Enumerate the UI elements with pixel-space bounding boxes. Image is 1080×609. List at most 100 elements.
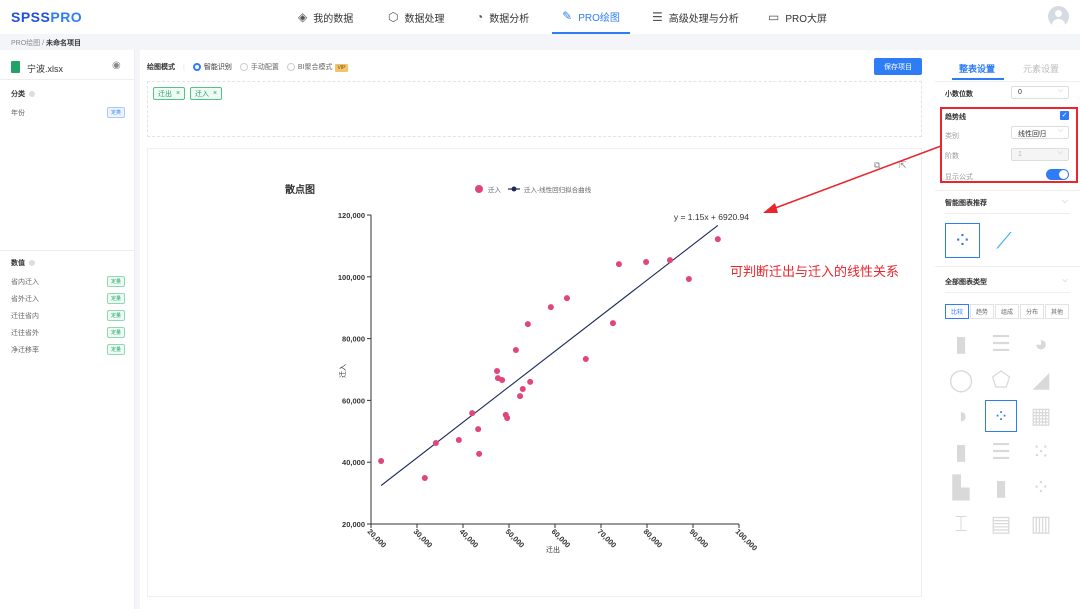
mode-smart-radio[interactable]: 智能识别: [192, 62, 232, 72]
chart-type-icon[interactable]: ◢: [1025, 364, 1057, 396]
data-point: [504, 415, 511, 422]
left-panel: 宁波.xlsx ◉ 分类 年份 定类 数值 省内迁入 定量 省外迁入 定量 迁往省内定…: [0, 50, 135, 609]
field-drop-zone[interactable]: 迁出 × 迁入 ×: [147, 81, 922, 137]
tab-table-settings[interactable]: 整表设置: [959, 62, 995, 75]
data-point: [494, 368, 501, 375]
save-project-button[interactable]: 保存项目: [874, 58, 922, 75]
chart-type-icon[interactable]: ◯: [945, 364, 977, 396]
decimals-select[interactable]: 0: [1011, 86, 1069, 99]
data-point: [524, 321, 531, 328]
show-formula-toggle[interactable]: [1046, 169, 1069, 180]
data-point: [455, 436, 462, 443]
y-tick-label: 80,000: [342, 335, 365, 344]
x-tick-label: 50,000: [504, 527, 527, 550]
monitor-icon: ▭: [768, 10, 780, 24]
layers-icon: ◈: [298, 10, 308, 24]
chart-type-icon[interactable]: ▦: [1025, 400, 1057, 432]
close-icon: ×: [213, 90, 218, 97]
chart-type-scatter-icon[interactable]: ⁘: [985, 400, 1017, 432]
close-icon: ×: [176, 90, 181, 97]
file-name: 宁波.xlsx: [27, 64, 64, 74]
chart-type-icon[interactable]: ⁘: [1025, 472, 1057, 504]
scatter-chart[interactable]: 散点图 迁入 迁入-线性回归拟合曲线 y = 1.15x + 6920.94 2…: [148, 149, 923, 598]
recommended-scatter-icon[interactable]: ⁘: [945, 223, 980, 258]
draw-icon: ✎: [562, 9, 573, 23]
chart-type-icon[interactable]: ◑: [945, 400, 977, 432]
chart-type-icon[interactable]: ▮: [945, 436, 977, 468]
sliders-icon: ☰: [652, 10, 663, 24]
data-point: [547, 304, 554, 311]
chart-tab-composition[interactable]: 组成: [995, 304, 1019, 319]
chart-type-icon[interactable]: ☰: [985, 328, 1017, 360]
field-item[interactable]: 年份 定类: [11, 107, 125, 118]
chart-tab-compare[interactable]: 比较: [945, 304, 969, 319]
nav-advanced[interactable]: ☰ 高级处理与分析: [652, 0, 739, 34]
data-point: [469, 410, 476, 417]
mode-manual-radio[interactable]: 手动配置: [239, 62, 279, 72]
chevron-down-icon[interactable]: ⌵: [1062, 196, 1068, 206]
chart-type-icon[interactable]: ▤: [985, 508, 1017, 540]
recommend-title: 智能图表推荐: [945, 200, 987, 207]
category-title: 分类: [11, 89, 35, 99]
nav-my-data[interactable]: ◈ 我的数据: [298, 0, 353, 34]
field-tag[interactable]: 迁入 ×: [190, 87, 223, 100]
nav-data-analysis[interactable]: ◔ 数据分析: [476, 0, 529, 34]
x-tick-label: 40,000: [458, 527, 481, 550]
logo[interactable]: SPSSPRO: [11, 9, 82, 25]
data-point: [582, 355, 589, 362]
chart-tab-distribution[interactable]: 分布: [1020, 304, 1044, 319]
numeric-title: 数值: [11, 258, 35, 268]
trendline-checkbox[interactable]: ✓: [1060, 111, 1069, 120]
legend-item: 迁入-线性回归拟合曲线: [524, 185, 592, 194]
chart-type-icon[interactable]: ⬠: [985, 364, 1017, 396]
chart-type-icon[interactable]: ▙: [945, 472, 977, 504]
chevron-down-icon[interactable]: ⌵: [1062, 275, 1068, 285]
field-item[interactable]: 净迁移率 定量: [11, 344, 125, 355]
chart-type-icon[interactable]: ▮: [945, 328, 977, 360]
breadcrumb-parent[interactable]: PRO绘图: [11, 40, 40, 47]
breadcrumb: PRO绘图 / 未命名项目: [11, 40, 82, 47]
data-point: [563, 295, 570, 302]
chart-type-icon[interactable]: ▥: [1025, 508, 1057, 540]
top-header: SPSSPRO: [0, 0, 1080, 34]
field-item[interactable]: 省内迁入 定量: [11, 276, 125, 287]
y-tick-label: 60,000: [342, 396, 365, 405]
nav-pro-screen[interactable]: ▭ PRO大屏: [768, 0, 827, 34]
user-avatar[interactable]: [1048, 6, 1069, 27]
chart-type-icon[interactable]: ◕: [1025, 328, 1057, 360]
y-tick-label: 40,000: [342, 458, 365, 467]
chart-title: 散点图: [285, 183, 315, 196]
nav-data-processing[interactable]: ⬡ 数据处理: [388, 0, 444, 34]
y-axis-label: 迁入: [338, 364, 347, 378]
data-point: [512, 347, 519, 354]
recommended-line-icon[interactable]: ⟋: [988, 225, 1020, 257]
draw-mode-bar: 绘图模式 | 智能识别 手动配置 BI聚合模式 VIP: [147, 62, 348, 72]
cube-icon: ⬡: [388, 10, 399, 24]
field-item[interactable]: 省外迁入 定量: [11, 293, 125, 304]
chart-type-icon[interactable]: ▮: [985, 472, 1017, 504]
chart-type-icon[interactable]: ☰: [985, 436, 1017, 468]
chart-tab-trend[interactable]: 趋势: [970, 304, 994, 319]
mode-bi-radio[interactable]: BI聚合模式 VIP: [286, 62, 348, 72]
legend-item: 迁入: [488, 185, 502, 194]
nav-pro-draw[interactable]: ✎ PRO绘图: [552, 0, 630, 34]
x-tick-label: 30,000: [412, 527, 435, 550]
regression-equation: y = 1.15x + 6920.94: [674, 212, 749, 222]
chart-card: ⧉ ⇱ 散点图 迁入 迁入-线性回归拟合曲线 y = 1.15x + 6920.…: [147, 148, 922, 597]
tab-element-settings[interactable]: 元素设置: [1023, 62, 1059, 75]
chart-type-icon[interactable]: ⌶: [945, 508, 977, 540]
x-tick-label: 20,000: [366, 527, 389, 550]
eye-icon[interactable]: ◉: [112, 60, 121, 71]
data-point: [476, 450, 483, 457]
regression-line: [380, 224, 719, 486]
chart-tab-other[interactable]: 其他: [1045, 304, 1069, 319]
data-point: [643, 258, 650, 265]
field-item[interactable]: 迁往省内 定量: [11, 310, 125, 321]
data-point: [519, 385, 526, 392]
legend-line-marker: [511, 186, 517, 192]
chart-type-icon[interactable]: ⁙: [1025, 436, 1057, 468]
pie-icon: ◔: [476, 10, 484, 24]
x-tick-label: 70,000: [596, 527, 619, 550]
field-item[interactable]: 迁往省外 定量: [11, 327, 125, 338]
field-tag[interactable]: 迁出 ×: [153, 87, 186, 100]
